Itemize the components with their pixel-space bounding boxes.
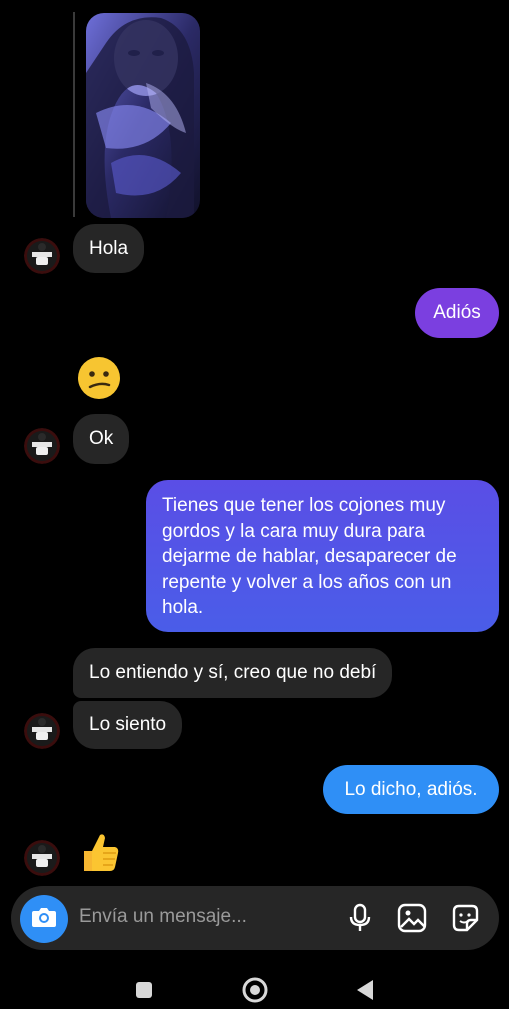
microphone-icon[interactable] (348, 903, 372, 938)
message-text-line: repente y volver a los años con un (162, 571, 452, 593)
message-text: Lo dicho, adiós. (344, 778, 478, 800)
incoming-message-bubble[interactable]: Lo entiendo y sí, creo que no debí (73, 648, 393, 698)
outgoing-message-bubble[interactable]: Adiós (415, 288, 499, 338)
reply-indicator-line (73, 12, 75, 217)
message-input[interactable]: Envía un mensaje... (79, 906, 247, 928)
message-text: Lo entiendo y sí, creo que no debí (89, 662, 377, 683)
incoming-message-bubble[interactable]: Hola (73, 224, 145, 273)
message-text: Adiós (433, 302, 481, 323)
message-text-line: dejarme de hablar, desaparecer de (162, 546, 457, 567)
incoming-message-bubble[interactable]: Lo siento (73, 701, 183, 749)
camera-icon (31, 906, 57, 933)
back-icon[interactable] (355, 978, 375, 1007)
message-text-line: Tienes que tener los cojones muy (162, 495, 446, 516)
message-text: Lo siento (89, 714, 167, 735)
sticker-icon[interactable] (450, 903, 480, 938)
recents-icon[interactable] (134, 980, 154, 1005)
message-text-line: hola. (162, 597, 204, 618)
contact-avatar[interactable] (24, 713, 60, 749)
contact-avatar[interactable] (24, 840, 60, 876)
thumbs-up-emoji[interactable] (76, 829, 122, 875)
camera-button[interactable] (20, 895, 68, 943)
message-text: Hola (89, 237, 129, 259)
home-icon[interactable] (241, 976, 269, 1009)
incoming-message-bubble[interactable]: Ok (73, 414, 130, 464)
shared-photo[interactable] (86, 13, 200, 218)
confused-face-emoji[interactable] (76, 355, 122, 401)
gallery-icon[interactable] (397, 903, 427, 938)
outgoing-message-bubble[interactable]: Lo dicho, adiós. (323, 765, 499, 814)
contact-avatar[interactable] (24, 428, 60, 464)
outgoing-message-bubble[interactable]: Tienes que tener los cojones muy gordos … (146, 480, 499, 632)
message-text-line: gordos y la cara muy dura para (162, 520, 425, 542)
message-text: Ok (89, 428, 114, 449)
contact-avatar[interactable] (24, 238, 60, 274)
